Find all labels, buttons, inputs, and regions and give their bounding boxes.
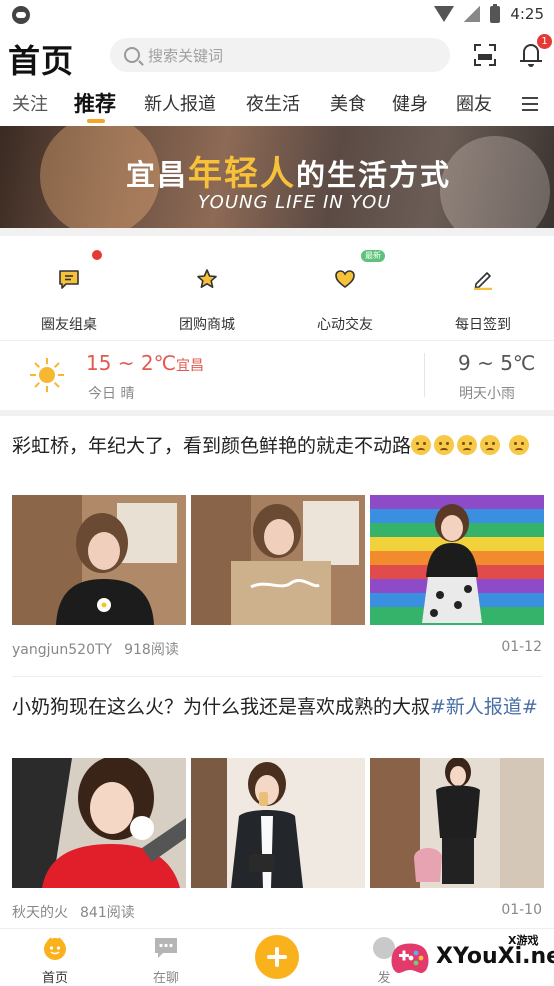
post-reads: 918阅读 — [124, 642, 179, 658]
nav-chat[interactable]: 在聊 — [126, 933, 206, 986]
sun-icon — [30, 358, 64, 392]
tomorrow-temperature: 9 ~ 5℃ — [458, 351, 536, 375]
post-image[interactable] — [370, 758, 544, 888]
tab-fitness[interactable]: 健身 — [392, 90, 428, 116]
shortcut-label: 心动交友 — [317, 317, 373, 333]
tab-nightlife[interactable]: 夜生活 — [246, 90, 300, 116]
post-date: 01-12 — [501, 639, 542, 655]
search-input[interactable]: 搜索关键词 — [110, 38, 450, 72]
wifi-icon — [434, 6, 455, 22]
weather-city: 宜昌 — [176, 358, 204, 374]
divider — [0, 228, 554, 236]
page-title: 首页 — [8, 42, 75, 80]
post-image[interactable] — [12, 758, 186, 888]
post-title: 彩虹桥，年纪大了，看到颜色鲜艳的就走不动路 — [12, 432, 542, 461]
emoji-icon — [411, 435, 432, 455]
pencil-icon — [474, 272, 492, 290]
app-notification-icon — [12, 6, 30, 24]
weather-widget[interactable]: 15 ~ 2℃ 宜昌 今日 晴 9 ~ 5℃ 明天小雨 — [0, 340, 554, 410]
status-bar: 4:25 — [0, 0, 554, 30]
post-image[interactable] — [191, 758, 365, 888]
nav-home[interactable]: 首页 — [15, 933, 95, 986]
shortcut-label: 圈友组桌 — [41, 317, 97, 333]
post-date: 01-10 — [501, 902, 542, 918]
header: 首页 搜索关键词 — [0, 30, 554, 82]
shortcut-label: 每日签到 — [455, 317, 511, 333]
weather-divider — [424, 353, 425, 397]
nav-label: 首页 — [41, 971, 68, 986]
post-image[interactable] — [370, 495, 544, 625]
nav-label: 在聊 — [152, 971, 179, 986]
banner-subtitle: YOUNG LIFE IN YOU — [198, 192, 392, 213]
post-author[interactable]: yangjun520TY — [12, 642, 112, 658]
post-meta: 秋天的火 841阅读 — [12, 902, 135, 922]
shortcut-group-table[interactable]: 圈友组桌 — [0, 236, 138, 338]
topic-tag-link[interactable]: #新人报道# — [430, 696, 538, 718]
search-icon — [124, 47, 140, 63]
post-card[interactable]: 小奶狗现在这么火？为什么我还是喜欢成熟的大叔#新人报道# 秋天的火 841阅读 … — [0, 677, 554, 927]
signal-icon — [464, 6, 481, 22]
shortcut-checkin[interactable]: 每日签到 — [414, 236, 552, 338]
shortcut-dating[interactable]: 心动交友 — [276, 236, 414, 338]
tab-newcomer[interactable]: 新人报道 — [144, 90, 216, 116]
gamepad-logo-icon — [391, 943, 429, 973]
battery-icon — [490, 3, 501, 23]
post-reads: 841阅读 — [80, 905, 135, 921]
tomorrow-condition: 明天小雨 — [459, 386, 515, 402]
scan-icon[interactable] — [474, 44, 496, 66]
create-post-button[interactable] — [255, 935, 299, 979]
today-condition: 今日 晴 — [88, 386, 135, 402]
app-screen: { "status_bar": { "time": "4:25" }, "hea… — [0, 0, 554, 986]
search-placeholder: 搜索关键词 — [148, 46, 224, 65]
notification-badge: 1 — [537, 34, 552, 49]
tab-friends[interactable]: 圈友 — [456, 90, 492, 116]
today-temperature: 15 ~ 2℃ — [86, 351, 177, 375]
shortcut-group-buy[interactable]: 团购商城 — [138, 236, 276, 338]
emoji-icon — [509, 435, 530, 455]
post-card[interactable]: 彩虹桥，年纪大了，看到颜色鲜艳的就走不动路 yangjun520TY 918阅读… — [0, 416, 554, 676]
menu-icon[interactable] — [522, 97, 538, 111]
shortcut-grid: 圈友组桌 团购商城 心动交友 最新 每日签到 — [0, 236, 554, 338]
unread-dot — [92, 250, 102, 260]
heart-icon — [335, 270, 355, 288]
post-image[interactable] — [191, 495, 365, 625]
home-face-icon — [44, 937, 66, 960]
post-title: 小奶狗现在这么火？为什么我还是喜欢成熟的大叔#新人报道# — [12, 696, 538, 718]
tab-follow[interactable]: 关注 — [12, 90, 48, 116]
post-meta: yangjun520TY 918阅读 — [12, 639, 179, 659]
tab-recommend[interactable]: 推荐 — [74, 88, 116, 118]
site-watermark: X游戏 XYouXi.net — [384, 930, 554, 984]
star-icon — [197, 269, 217, 288]
emoji-icon — [480, 435, 501, 455]
banner[interactable]: 宜昌年轻人的生活方式 YOUNG LIFE IN YOU — [0, 126, 554, 228]
watermark-text: XYouXi.net — [436, 944, 554, 969]
new-badge: 最新 — [361, 250, 385, 262]
status-time: 4:25 — [510, 5, 544, 23]
active-tab-indicator — [87, 119, 105, 123]
tab-food[interactable]: 美食 — [330, 90, 366, 116]
banner-headline: 宜昌年轻人的生活方式 — [126, 154, 452, 194]
shortcut-label: 团购商城 — [179, 317, 235, 333]
chat-bubble-icon — [155, 938, 177, 958]
category-tabs: 关注 推荐 新人报道 夜生活 美食 健身 圈友 — [0, 86, 554, 126]
post-author[interactable]: 秋天的火 — [12, 905, 68, 921]
message-square-icon — [59, 270, 79, 289]
emoji-icon — [457, 435, 478, 455]
emoji-icon — [434, 435, 455, 455]
post-image[interactable] — [12, 495, 186, 625]
